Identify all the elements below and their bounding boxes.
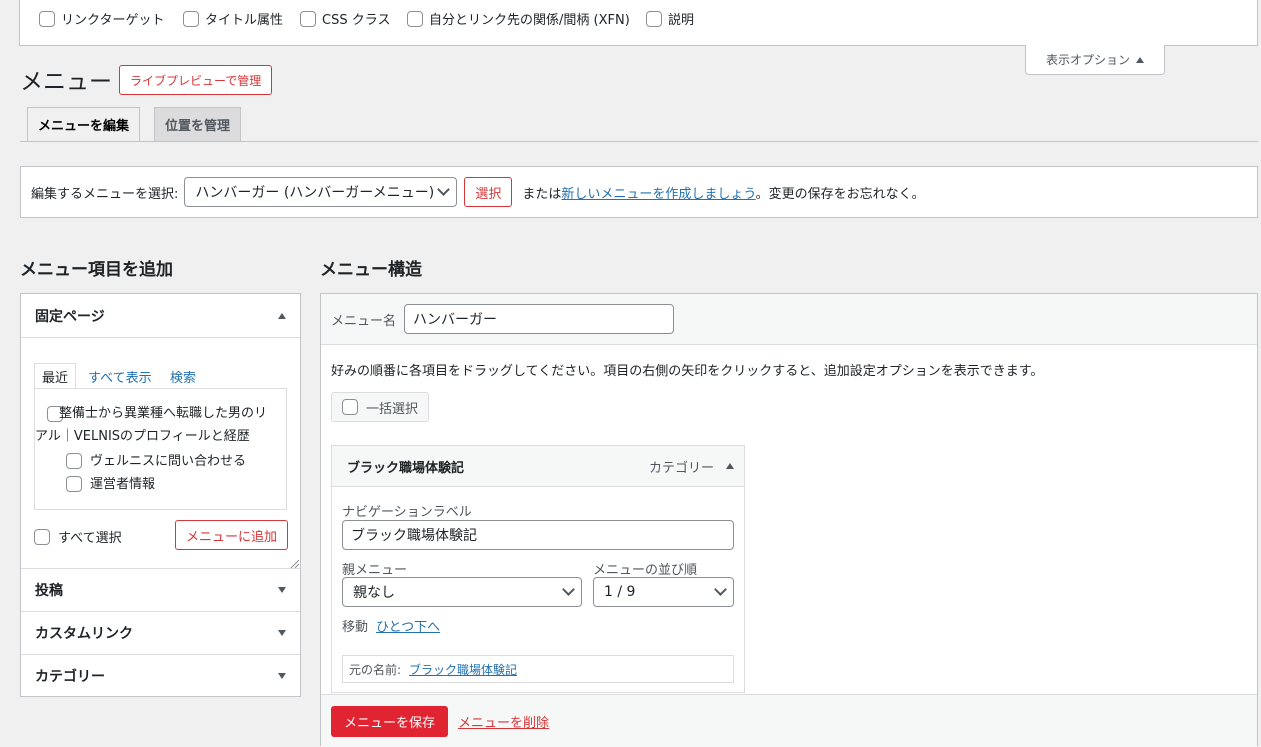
screen-option-title-attribute[interactable]: タイトル属性 [183, 9, 283, 28]
list-item[interactable]: 運営者情報 [66, 473, 155, 496]
original-name-link[interactable]: ブラック職場体験記 [409, 661, 517, 678]
checkbox[interactable] [183, 10, 199, 27]
pages-checklist: 整備士から異業種へ転職した男のリアル｜VELNISのプロフィールと経歴 ヴェルニ… [34, 388, 287, 510]
add-to-menu-button[interactable]: メニューに追加 [175, 520, 289, 550]
caret-down-icon [278, 630, 286, 636]
parent-menu-select[interactable]: 親なし [342, 577, 582, 607]
checkbox[interactable] [300, 10, 316, 27]
tab-edit-menus[interactable]: メニューを編集 [27, 107, 141, 142]
menu-select-bar: 編集するメニューを選択: ハンバーガー (ハンバーガーメニュー) 選択 または新… [20, 166, 1258, 218]
bulk-select-button[interactable]: 一括選択 [331, 392, 430, 422]
caret-up-icon [278, 312, 286, 319]
caret-down-icon [278, 673, 286, 679]
menu-item-title: ブラック職場体験記 [347, 460, 465, 476]
create-menu-text: または新しいメニューを作成しましょう。変更の保存をお忘れなく。 [522, 186, 925, 202]
live-preview-button[interactable]: ライブプレビューで管理 [119, 65, 273, 95]
checkbox[interactable] [39, 10, 55, 27]
add-items-title: メニュー項目を追加 [20, 260, 173, 280]
screen-options-panel: リンクターゲット タイトル属性 CSS クラス 自分とリンク先の関係/間柄 (X… [19, 0, 1258, 46]
menu-name-label: メニュー名 [331, 313, 397, 329]
accordion-custom-links[interactable]: カスタムリンク [21, 611, 300, 654]
nav-label-caption: ナビゲーションラベル [342, 505, 472, 520]
checkbox[interactable] [407, 10, 423, 27]
pages-panel-body: 最近 すべて表示 検索 整備士から異業種へ転職した男のリアル｜VELNISのプロ… [21, 337, 300, 568]
screen-option-css-class[interactable]: CSS クラス [300, 9, 390, 28]
page-title: メニュー [20, 69, 112, 95]
menu-order-select[interactable]: 1 / 9 [593, 577, 734, 607]
menu-item-card: ブラック職場体験記 カテゴリー ナビゲーションラベル ブラック職場体験記 親メニ… [331, 445, 745, 693]
accordion-posts[interactable]: 投稿 [21, 568, 300, 611]
add-menu-items-panel: 固定ページ 最近 すべて表示 検索 整備士から異業種へ転職した男のリアル｜VEL… [20, 293, 301, 697]
move-down-link[interactable]: ひとつ下へ [376, 616, 440, 635]
screen-option-description[interactable]: 説明 [646, 9, 694, 28]
drag-instructions: 好みの順番に各項目をドラッグしてください。項目の右側の矢印をクリックすると、追加… [331, 364, 1044, 379]
chevron-down-icon [714, 583, 727, 596]
menu-item-type: カテゴリー [648, 460, 714, 476]
nav-label-input[interactable]: ブラック職場体験記 [342, 520, 734, 550]
checkbox[interactable] [66, 476, 82, 492]
parent-menu-caption: 親メニュー [342, 563, 408, 578]
menu-name-input[interactable]: ハンバーガー [404, 304, 675, 334]
resize-handle-icon[interactable] [291, 560, 299, 568]
menu-footer: メニューを保存 メニューを削除 [321, 694, 1257, 747]
menu-order-caption: メニューの並び順 [593, 563, 698, 578]
move-row: 移動 ひとつ下へ [342, 616, 440, 635]
menu-structure-panel: メニュー名 ハンバーガー 好みの順番に各項目をドラッグしてください。項目の右側の… [320, 293, 1258, 747]
checkbox[interactable] [66, 453, 82, 469]
tab-search[interactable]: 検索 [163, 363, 203, 389]
list-item[interactable]: 整備士から異業種へ転職した男のリアル｜VELNISのプロフィールと経歴 [35, 403, 275, 449]
create-menu-link[interactable]: 新しいメニューを作成しましょう [561, 187, 755, 202]
accordion-pages[interactable]: 固定ページ [21, 294, 300, 337]
delete-menu-link[interactable]: メニューを削除 [458, 712, 549, 731]
menu-item-handle[interactable]: ブラック職場体験記 カテゴリー [332, 446, 744, 487]
chevron-down-icon [562, 583, 575, 596]
screen-option-xfn[interactable]: 自分とリンク先の関係/間柄 (XFN) [407, 9, 630, 28]
caret-down-icon [278, 587, 286, 593]
checkbox[interactable] [34, 528, 50, 545]
select-menu-label: 編集するメニューを選択: [31, 186, 179, 202]
menu-name-header: メニュー名 ハンバーガー [321, 294, 1257, 345]
original-name-box: 元の名前: ブラック職場体験記 [342, 655, 734, 683]
select-all-pages[interactable]: すべて選択 [34, 527, 122, 546]
caret-up-icon [1136, 56, 1144, 63]
save-menu-button[interactable]: メニューを保存 [331, 705, 449, 737]
screen-options-toggle[interactable]: 表示オプション [1025, 45, 1165, 75]
menu-structure-title: メニュー構造 [320, 260, 422, 280]
checkbox[interactable] [342, 399, 358, 415]
accordion-categories[interactable]: カテゴリー [21, 654, 300, 697]
menu-select-dropdown[interactable]: ハンバーガー (ハンバーガーメニュー) [184, 177, 458, 207]
checkbox[interactable] [646, 10, 662, 27]
list-item[interactable]: ヴェルニスに問い合わせる [66, 450, 246, 473]
tab-view-all[interactable]: すべて表示 [81, 363, 159, 389]
tab-manage-locations[interactable]: 位置を管理 [154, 107, 242, 142]
tabs-divider [20, 141, 1258, 142]
select-button[interactable]: 選択 [464, 177, 513, 207]
chevron-down-icon [437, 183, 451, 196]
screen-option-link-target[interactable]: リンクターゲット [39, 9, 164, 28]
tab-recent[interactable]: 最近 [34, 363, 77, 389]
caret-up-icon[interactable] [726, 463, 734, 469]
